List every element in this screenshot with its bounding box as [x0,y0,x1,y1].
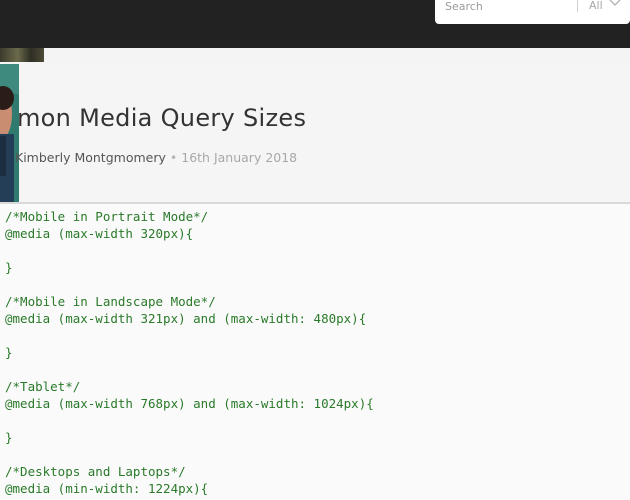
code-line: /*Desktops and Laptops*/ [5,464,186,479]
author-link[interactable]: Kimberly Montgmomery [15,150,166,165]
code-line: @media (max-width 321px) and (max-width:… [5,311,367,326]
thumbnail-image [0,48,44,62]
code-block: /*Mobile in Portrait Mode*/ @media (max-… [0,204,630,500]
code-line: } [5,345,13,360]
search-box[interactable]: Search All [435,0,630,24]
search-divider [577,0,578,12]
code-line: @media (max-width 768px) and (max-width:… [5,396,374,411]
code-line: /*Tablet*/ [5,379,81,394]
top-navigation-bar: Search All [0,0,630,48]
code-line: } [5,430,13,445]
author-avatar[interactable] [0,64,19,202]
search-scope-select[interactable]: All [589,0,603,12]
page-title-text: mon Media Query Sizes [17,104,307,132]
meta-separator: • [169,150,178,165]
search-input[interactable]: Search [445,0,483,13]
code-line: /*Mobile in Landscape Mode*/ [5,294,216,309]
publish-date: 16th January 2018 [181,150,298,165]
avatar-image [0,64,19,202]
article-meta: Kimberly Montgmomery • 16th January 2018 [15,150,297,165]
page-title: mon Media Query Sizes [0,104,630,132]
code-line: @media (max-width 320px){ [5,226,194,241]
article-header [0,62,630,202]
code-line: } [5,260,13,275]
code-line: /*Mobile in Portrait Mode*/ [5,209,209,224]
chevron-down-icon[interactable] [609,0,621,8]
code-line: @media (min-width: 1224px){ [5,481,209,496]
